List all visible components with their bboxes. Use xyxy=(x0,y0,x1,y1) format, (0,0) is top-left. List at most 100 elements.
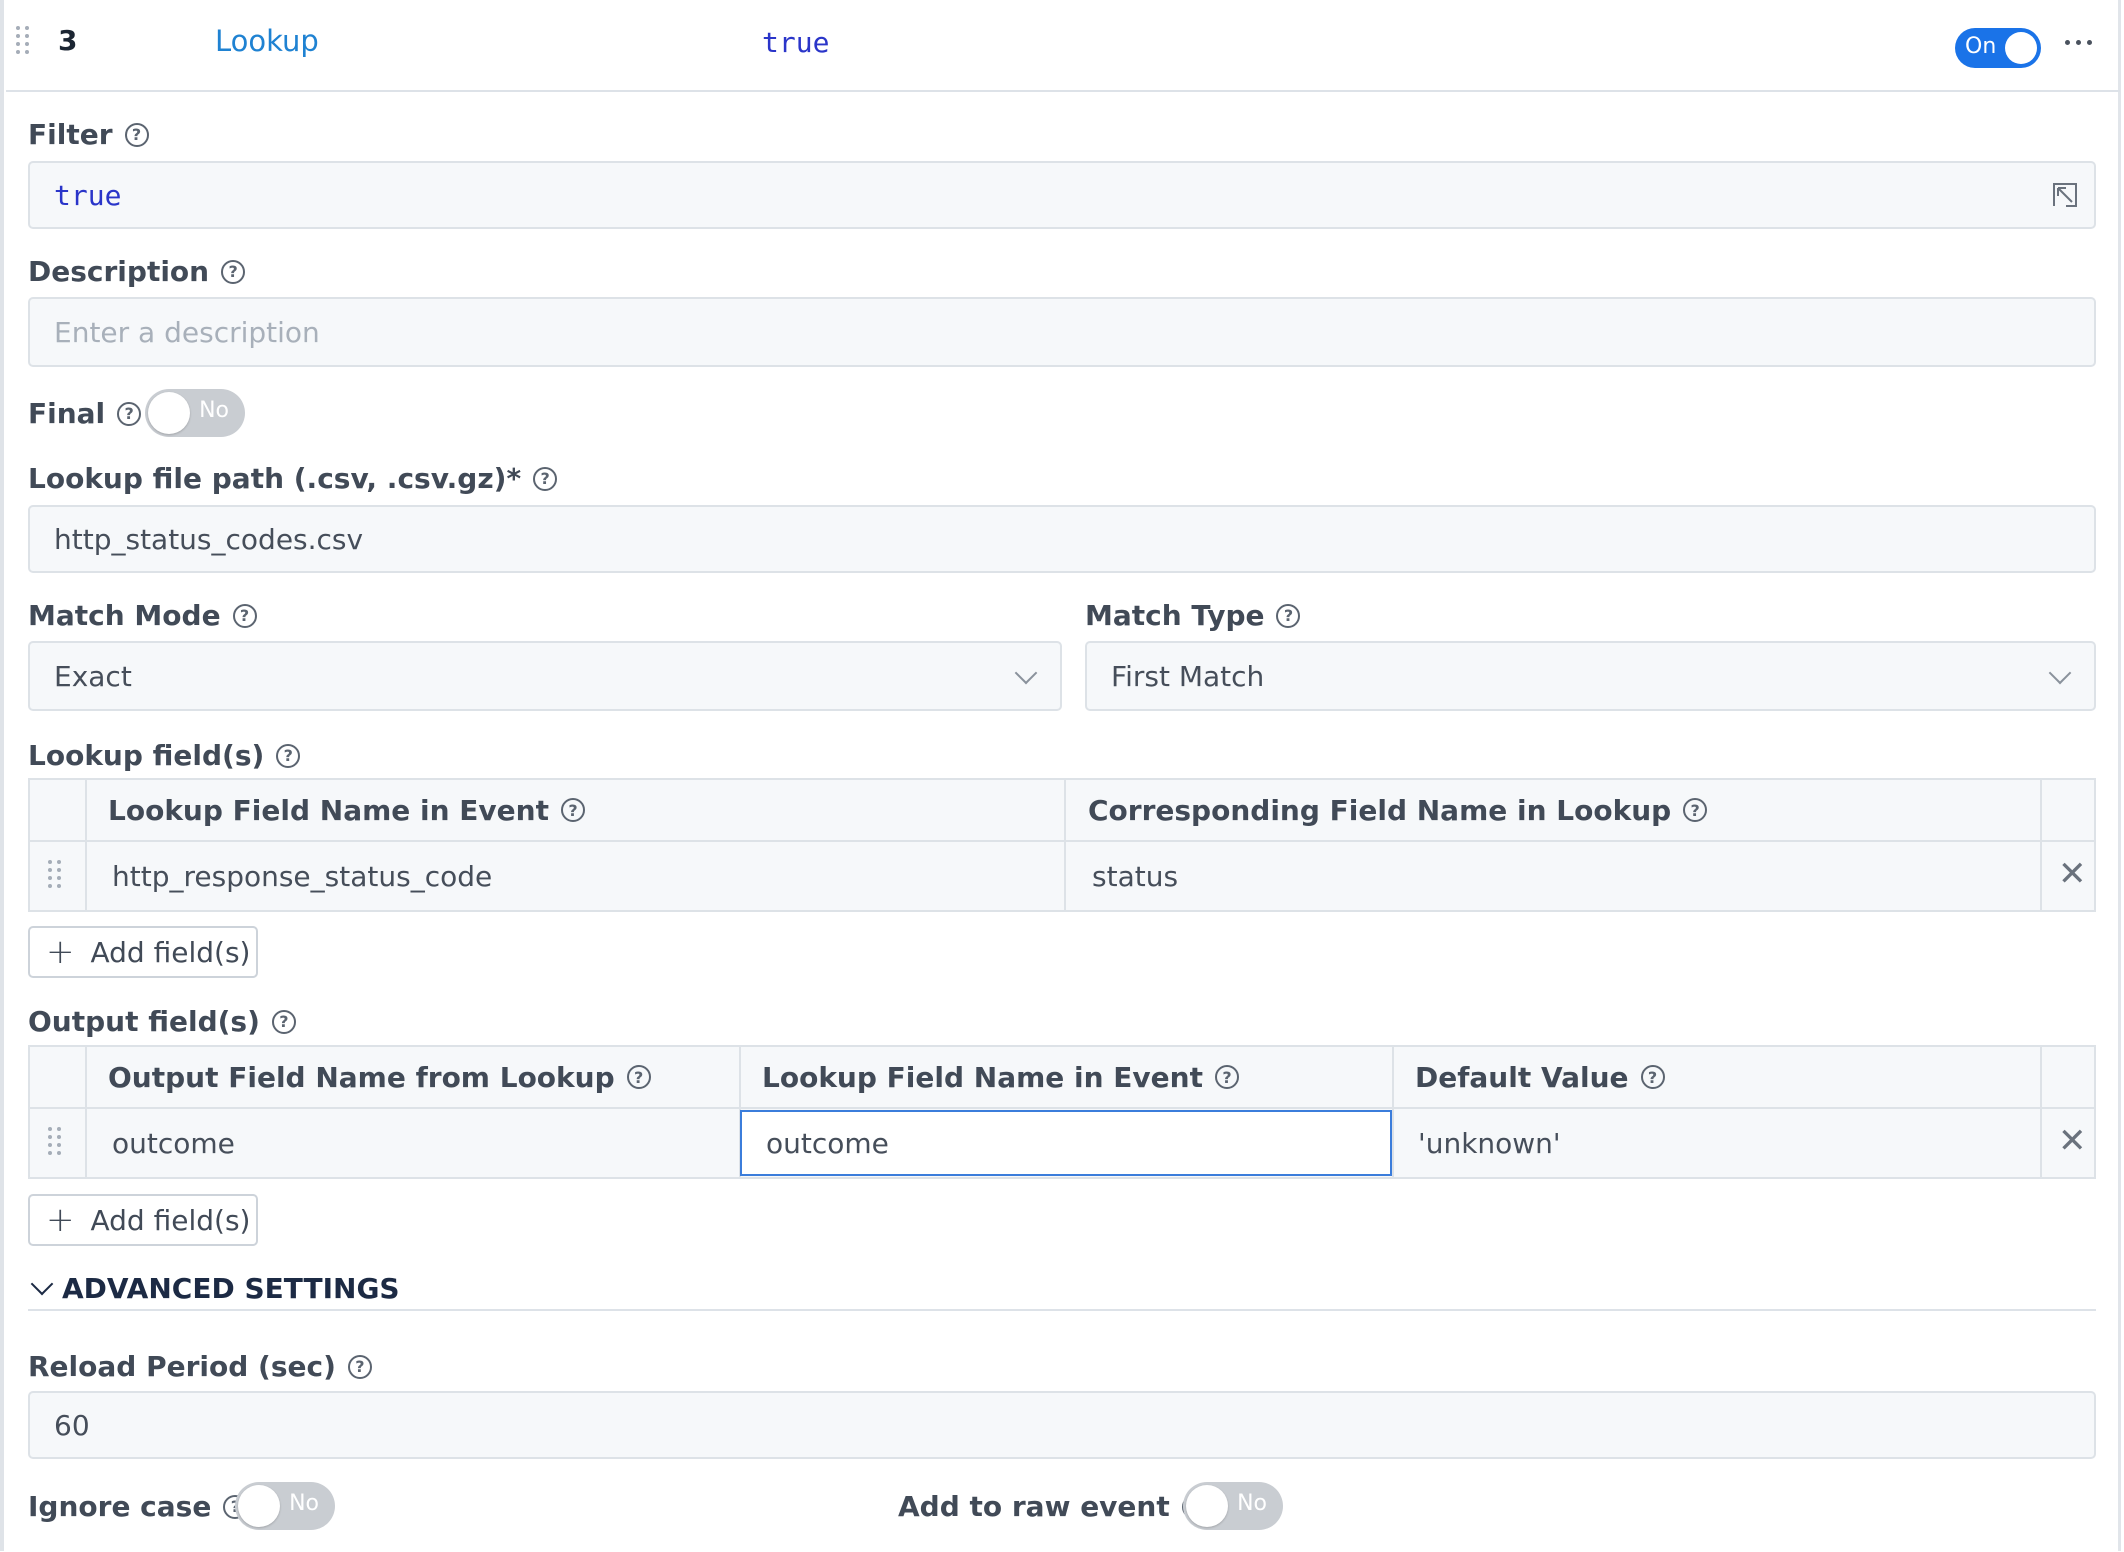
lookup-fields-label: Lookup field(s)? xyxy=(28,739,301,772)
toggle-label: On xyxy=(1965,34,1997,59)
help-icon[interactable]: ? xyxy=(232,603,257,628)
chevron-down-icon xyxy=(30,1272,54,1295)
help-icon[interactable]: ? xyxy=(1683,798,1708,822)
add-button-label: Add field(s) xyxy=(90,1203,251,1237)
help-icon[interactable]: ? xyxy=(560,798,585,822)
toggle-label: No xyxy=(199,398,229,423)
match-type-select[interactable]: First Match xyxy=(1085,641,2096,711)
output-event-field-value: outcome xyxy=(766,1127,889,1160)
panel-border xyxy=(0,0,2121,1551)
match-type-label-text: Match Type xyxy=(1085,599,1265,632)
reload-period-label-text: Reload Period (sec) xyxy=(28,1350,336,1383)
column-header: Default Value? xyxy=(1415,1047,1665,1107)
match-mode-value: Exact xyxy=(54,659,132,693)
help-icon[interactable]: ? xyxy=(221,259,246,284)
description-input[interactable]: Enter a description xyxy=(28,297,2096,367)
remove-row-icon[interactable]: ✕ xyxy=(2058,854,2087,894)
ignore-case-label-text: Ignore case xyxy=(28,1490,212,1523)
function-name-link[interactable]: Lookup xyxy=(215,24,319,58)
lookup-fields-table: Lookup Field Name in Event? Correspondin… xyxy=(28,778,2096,912)
lookup-file-input[interactable]: http_status_codes.csv xyxy=(28,505,2096,573)
lookup-event-field-cell[interactable]: http_response_status_code xyxy=(112,842,492,910)
plus-icon: + xyxy=(46,932,75,972)
plus-icon: + xyxy=(46,1200,75,1240)
toggle-label: No xyxy=(289,1491,319,1516)
column-divider xyxy=(2040,1047,2042,1177)
column-header-text: Lookup Field Name in Event xyxy=(762,1060,1203,1094)
match-type-value: First Match xyxy=(1111,659,1265,693)
toggle-knob xyxy=(2005,32,2037,64)
advanced-settings-toggle[interactable]: ADVANCED SETTINGS xyxy=(28,1272,400,1305)
description-placeholder: Enter a description xyxy=(54,315,320,349)
help-icon[interactable]: ? xyxy=(626,1065,651,1089)
output-default-value-cell[interactable]: 'unknown' xyxy=(1418,1109,1561,1177)
help-icon[interactable]: ? xyxy=(276,743,301,768)
advanced-settings-label: ADVANCED SETTINGS xyxy=(62,1272,400,1305)
lookup-file-label: Lookup file path (.csv, .csv.gz)*? xyxy=(28,462,558,495)
help-icon[interactable]: ? xyxy=(271,1009,296,1034)
output-fields-label: Output field(s)? xyxy=(28,1005,296,1038)
column-header-text: Default Value xyxy=(1415,1060,1629,1094)
column-header-text: Output Field Name from Lookup xyxy=(108,1060,615,1094)
add-to-raw-label: Add to raw event? xyxy=(898,1490,1206,1523)
column-header: Lookup Field Name in Event? xyxy=(762,1047,1239,1107)
add-button-label: Add field(s) xyxy=(90,935,251,969)
reload-period-label: Reload Period (sec)? xyxy=(28,1350,372,1383)
match-mode-select[interactable]: Exact xyxy=(28,641,1062,711)
match-type-label: Match Type? xyxy=(1085,599,1301,632)
column-header: Corresponding Field Name in Lookup? xyxy=(1088,780,1708,840)
lookup-lookup-field-cell[interactable]: status xyxy=(1092,842,1178,910)
filter-input[interactable]: true xyxy=(28,161,2096,229)
lookup-file-value: http_status_codes.csv xyxy=(54,522,364,556)
remove-row-icon[interactable]: ✕ xyxy=(2058,1121,2087,1161)
output-fields-label-text: Output field(s) xyxy=(28,1005,260,1038)
column-header-text: Corresponding Field Name in Lookup xyxy=(1088,793,1672,827)
more-options-icon[interactable] xyxy=(2065,40,2092,45)
output-event-field-input[interactable]: outcome xyxy=(740,1110,1392,1176)
column-divider xyxy=(2040,780,2042,910)
function-enabled-toggle[interactable]: On xyxy=(1955,28,2041,68)
row-drag-handle-icon[interactable] xyxy=(48,860,62,888)
reload-period-value: 60 xyxy=(54,1408,90,1442)
advanced-divider xyxy=(28,1309,2096,1311)
lookup-fields-label-text: Lookup field(s) xyxy=(28,739,265,772)
row-drag-handle-icon[interactable] xyxy=(48,1127,62,1155)
column-header: Lookup Field Name in Event? xyxy=(108,780,585,840)
add-to-raw-toggle[interactable]: No xyxy=(1183,1482,1283,1530)
help-icon[interactable]: ? xyxy=(124,122,149,147)
output-fields-table: Output Field Name from Lookup? Lookup Fi… xyxy=(28,1045,2096,1179)
output-lookup-field-cell[interactable]: outcome xyxy=(112,1109,235,1177)
drag-handle-icon[interactable] xyxy=(16,26,30,54)
help-icon[interactable]: ? xyxy=(347,1354,372,1379)
expand-editor-icon[interactable] xyxy=(2050,180,2078,208)
help-icon[interactable]: ? xyxy=(1214,1065,1239,1089)
final-label: Final? xyxy=(28,397,142,430)
ignore-case-toggle[interactable]: No xyxy=(235,1482,335,1530)
final-label-text: Final xyxy=(28,397,106,430)
help-icon[interactable]: ? xyxy=(1640,1065,1665,1089)
final-toggle[interactable]: No xyxy=(145,389,245,437)
column-header: Output Field Name from Lookup? xyxy=(108,1047,651,1107)
reload-period-input[interactable]: 60 xyxy=(28,1391,2096,1459)
add-lookup-field-button[interactable]: + Add field(s) xyxy=(28,926,258,978)
filter-value: true xyxy=(54,178,122,212)
filter-label: Filter? xyxy=(28,118,149,151)
help-icon[interactable]: ? xyxy=(533,466,558,491)
column-divider xyxy=(1392,1047,1394,1177)
function-index: 3 xyxy=(58,24,78,57)
add-output-field-button[interactable]: + Add field(s) xyxy=(28,1194,258,1246)
toggle-knob xyxy=(238,1485,280,1527)
header-divider xyxy=(6,90,2120,92)
description-label: Description? xyxy=(28,255,246,288)
toggle-knob xyxy=(1186,1485,1228,1527)
column-divider xyxy=(85,780,87,910)
header-filter-expr: true xyxy=(762,26,830,59)
match-mode-label: Match Mode? xyxy=(28,599,257,632)
help-icon[interactable]: ? xyxy=(1276,603,1301,628)
help-icon[interactable]: ? xyxy=(117,401,142,426)
lookup-file-label-text: Lookup file path (.csv, .csv.gz)* xyxy=(28,462,522,495)
ignore-case-label: Ignore case? xyxy=(28,1490,248,1523)
column-divider xyxy=(1064,780,1066,910)
toggle-knob xyxy=(148,392,190,434)
column-divider xyxy=(85,1047,87,1177)
